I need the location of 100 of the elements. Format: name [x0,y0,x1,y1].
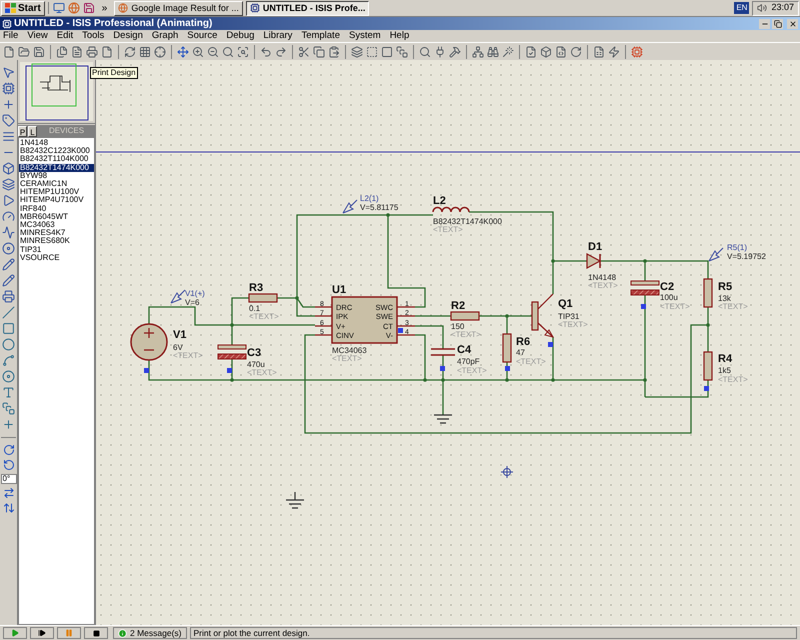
spreadsheet-icon[interactable] [593,46,605,58]
restore-button[interactable] [772,18,783,28]
printer-icon[interactable] [86,46,98,58]
search-icon[interactable] [419,46,431,58]
rotate-clockwise-icon[interactable] [2,444,14,456]
pointer-icon[interactable] [2,66,15,79]
menu-item[interactable]: Graph [152,30,178,42]
minimize-button[interactable] [759,18,770,28]
layers-icon[interactable] [351,46,363,58]
box-icon[interactable] [2,162,15,175]
device-list-item[interactable]: HITEMP1U100V [19,188,94,196]
panel-tab[interactable]: P [18,126,27,136]
wand-icon[interactable] [502,46,514,58]
chip-icon[interactable] [631,46,643,58]
open-folder-icon[interactable] [18,46,30,58]
close-button[interactable] [787,18,798,28]
zoom-area-icon[interactable] [237,46,249,58]
panel-tab[interactable]: L [28,126,37,136]
device-list-item[interactable]: MBR6045WT [19,212,94,222]
plus-icon[interactable] [2,98,15,111]
device-list-item[interactable]: 1N4148 [19,139,94,148]
file-code-icon[interactable] [555,46,567,58]
text-lines-icon[interactable] [2,130,15,143]
undo-icon[interactable] [260,46,272,58]
network-icon[interactable] [472,46,484,58]
device-list-item[interactable]: MINRES4K7 [19,229,94,238]
disc-icon[interactable] [2,242,15,255]
language-indicator[interactable]: EN [734,2,750,14]
stack-icon[interactable] [396,46,408,58]
new-file-icon[interactable] [3,46,15,58]
menu-item[interactable]: Debug [226,30,254,42]
menu-item[interactable]: File [3,30,18,42]
paste-icon[interactable] [328,46,340,58]
plus-icon[interactable] [2,418,15,431]
square-icon[interactable] [2,322,15,335]
circle-icon[interactable] [2,338,15,351]
device-list-item[interactable]: MC34063 [19,221,94,230]
globe-icon[interactable] [68,2,80,14]
device-list-item[interactable]: CERAMIC1N [19,180,94,188]
device-list-item[interactable]: BYW98 [19,172,94,180]
pencil-icon[interactable] [2,258,15,271]
menu-item[interactable]: System [349,30,381,42]
menu-item[interactable]: View [27,30,48,42]
dashed-square-icon[interactable] [366,46,378,58]
menu-item[interactable]: Library [263,30,292,42]
device-list-item[interactable]: HITEMP4U7100V [19,196,94,205]
menu-item[interactable]: Template [301,30,340,42]
file-check-icon[interactable] [525,46,537,58]
gauge-icon[interactable] [2,210,15,223]
taskbar-button[interactable]: UNTITLED - ISIS Profe... [246,0,370,16]
device-list-item[interactable]: B82432T1474K000 [19,164,94,172]
square-icon[interactable] [381,46,393,58]
rotate-icon[interactable] [570,46,582,58]
taskbar-button[interactable]: Google Image Result for ... [114,0,243,16]
hammer-icon[interactable] [449,46,461,58]
box-icon[interactable] [540,46,552,58]
layers-icon[interactable] [2,178,15,191]
desktop-icon[interactable] [52,2,65,14]
chip-icon[interactable] [2,82,15,95]
copy-icon[interactable] [313,46,325,58]
letter-icon[interactable] [2,386,15,399]
files-icon[interactable] [56,46,68,58]
search-icon[interactable] [222,46,234,58]
line-icon[interactable] [2,306,15,319]
device-list-item[interactable]: VSOURCE [19,254,94,262]
stack-icon[interactable] [2,402,15,415]
zoom-in-icon[interactable] [192,46,204,58]
redo-icon[interactable] [275,46,287,58]
horizontal-arrows-icon[interactable] [2,487,14,499]
refresh-icon[interactable] [124,46,136,58]
device-list-item[interactable]: B82432C1223K000 [19,147,94,156]
lightning-icon[interactable] [608,46,620,58]
page-icon[interactable] [101,46,113,58]
menu-item[interactable]: Edit [56,30,74,42]
more-chevron[interactable]: » [98,0,112,16]
move-icon[interactable] [177,46,189,58]
arrow-icon[interactable] [2,194,15,207]
menu-item[interactable]: Tools [82,30,104,42]
rotate-counterclockwise-icon[interactable] [2,459,14,471]
device-list-item[interactable]: B82432T1104K000 [19,155,94,164]
curve-icon[interactable] [2,354,15,367]
tag-icon[interactable] [2,114,15,127]
device-list-item[interactable]: IRF840 [19,204,94,213]
menu-item[interactable]: Source [187,30,218,42]
zoom-out-icon[interactable] [207,46,219,58]
stop-button[interactable] [84,627,108,639]
printer-icon[interactable] [2,290,15,303]
start-button[interactable]: Start [1,0,45,16]
rotation-field[interactable]: 0° [0,474,16,484]
binoculars-icon[interactable] [487,46,499,58]
device-list-item[interactable]: TIP31 [19,246,94,254]
vertical-arrows-icon[interactable] [2,502,14,514]
device-list-item[interactable]: MINRES680K [19,237,94,246]
menu-item[interactable]: Help [390,30,410,42]
crosshair-icon[interactable] [154,46,166,58]
speaker-icon[interactable] [757,3,768,13]
cut-icon[interactable] [298,46,310,58]
step-button[interactable] [30,627,54,639]
plug-icon[interactable] [434,46,446,58]
activity-icon[interactable] [2,226,15,239]
